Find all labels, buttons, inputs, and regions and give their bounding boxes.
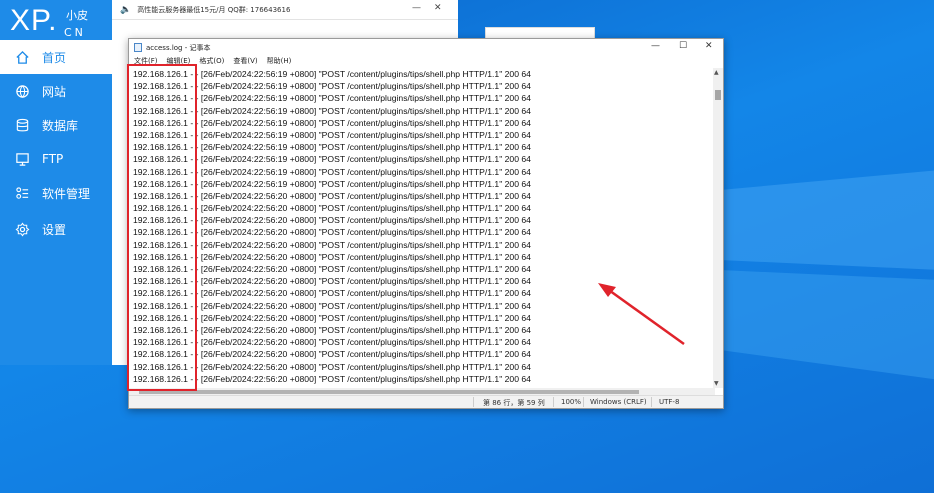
scrollbar-thumb[interactable]	[715, 90, 721, 100]
database-icon	[16, 118, 29, 131]
gear-icon	[15, 222, 30, 236]
home-icon	[16, 50, 29, 64]
nav-item-label: 网站	[42, 84, 67, 99]
log-line: 192.168.126.1 - - [26/Feb/2024:22:56:20 …	[133, 373, 531, 384]
maximize-icon[interactable]: ☐	[679, 41, 687, 51]
log-line: 192.168.126.1 - - [26/Feb/2024:22:56:20 …	[133, 215, 531, 226]
nav-item-label: 软件管理	[42, 186, 91, 201]
nav-item-settings[interactable]: 设置	[0, 212, 112, 246]
menu-format[interactable]: 格式(O)	[199, 56, 224, 68]
status-zoom: 100%	[561, 398, 582, 406]
nav-item-label: FTP	[42, 152, 64, 166]
log-line: 192.168.126.1 - - [26/Feb/2024:22:56:19 …	[133, 105, 531, 116]
log-line: 192.168.126.1 - - [26/Feb/2024:22:56:19 …	[133, 117, 531, 128]
notepad-statusbar: 第 86 行，第 59 列 100% Windows (CRLF) UTF-8	[129, 395, 723, 408]
log-line: 192.168.126.1 - - [26/Feb/2024:22:56:20 …	[133, 361, 531, 372]
close-icon[interactable]: ✕	[705, 41, 713, 51]
log-line: 192.168.126.1 - - [26/Feb/2024:22:56:19 …	[133, 178, 531, 189]
ip-highlight-box	[127, 64, 197, 391]
nav-item-label: 设置	[42, 222, 67, 237]
log-line: 192.168.126.1 - - [26/Feb/2024:22:56:19 …	[133, 142, 531, 153]
scrollbar-thumb[interactable]	[139, 390, 639, 394]
log-line: 192.168.126.1 - - [26/Feb/2024:22:56:20 …	[133, 203, 531, 214]
log-line: 192.168.126.1 - - [26/Feb/2024:22:56:20 …	[133, 264, 531, 274]
topbar-ad-text[interactable]: 高性能云服务器最低15元/月 QQ群: 176643616	[137, 5, 290, 15]
minimize-icon[interactable]: —	[651, 41, 660, 51]
app-topbar: 🔈 高性能云服务器最低15元/月 QQ群: 176643616 — ✕	[112, 0, 458, 20]
log-line: 192.168.126.1 - - [26/Feb/2024:22:56:19 …	[133, 81, 531, 92]
monitor-icon	[16, 152, 29, 166]
status-position: 第 86 行，第 59 列	[483, 399, 545, 407]
notepad-file-icon	[134, 43, 142, 52]
notepad-title: access.log - 记事本	[146, 43, 211, 52]
notepad-titlebar[interactable]: access.log - 记事本 — ☐ ✕	[129, 39, 723, 56]
nav-item-ftp[interactable]: FTP	[0, 142, 112, 176]
log-line: 192.168.126.1 - - [26/Feb/2024:22:56:20 …	[133, 190, 531, 201]
nav-item-database[interactable]: 数据库	[0, 108, 112, 142]
vertical-scrollbar[interactable]: ▲ ▼	[713, 68, 723, 388]
notepad-menubar: 文件(F) 编辑(E) 格式(O) 查看(V) 帮助(H)	[129, 56, 723, 68]
log-line: 192.168.126.1 - - [26/Feb/2024:22:56:19 …	[133, 93, 531, 104]
close-icon[interactable]: ✕	[434, 3, 442, 13]
annotation-arrow	[598, 283, 685, 346]
logo-cn-bottom: CN	[64, 26, 86, 39]
nav-item-label: 数据库	[42, 118, 79, 133]
log-line: 192.168.126.1 - - [26/Feb/2024:22:56:19 …	[133, 166, 531, 177]
globe-icon	[16, 84, 29, 98]
logo-cn-top: 小皮	[66, 9, 88, 22]
scroll-down-icon[interactable]: ▼	[714, 380, 719, 387]
speaker-icon: 🔈	[120, 4, 132, 15]
log-line: 192.168.126.1 - - [26/Feb/2024:22:56:19 …	[133, 129, 531, 140]
status-line-ending: Windows (CRLF)	[590, 398, 647, 406]
log-line: 192.168.126.1 - - [26/Feb/2024:22:56:19 …	[133, 69, 531, 79]
log-line: 192.168.126.1 - - [26/Feb/2024:22:56:20 …	[133, 227, 531, 238]
log-line: 192.168.126.1 - - [26/Feb/2024:22:56:19 …	[133, 154, 531, 165]
logo-xp: XP.	[10, 4, 58, 37]
scroll-up-icon[interactable]: ▲	[714, 69, 719, 76]
nav-item-website[interactable]: 网站	[0, 74, 112, 108]
menu-view[interactable]: 查看(V)	[233, 56, 257, 68]
grid-icon	[16, 186, 29, 199]
notepad-window: access.log - 记事本 — ☐ ✕ 文件(F) 编辑(E) 格式(O)…	[128, 38, 724, 409]
nav-item-home[interactable]: 首页	[0, 40, 112, 74]
log-line: 192.168.126.1 - - [26/Feb/2024:22:56:20 …	[133, 251, 531, 262]
minimize-icon[interactable]: —	[412, 3, 421, 13]
app-sidebar: XP. 小皮 CN 首页 网站 数据库 FTP 软件管理 设置	[0, 0, 112, 365]
menu-help[interactable]: 帮助(H)	[267, 56, 292, 68]
log-line: 192.168.126.1 - - [26/Feb/2024:22:56:20 …	[133, 349, 531, 360]
nav-item-software[interactable]: 软件管理	[0, 176, 112, 210]
log-line: 192.168.126.1 - - [26/Feb/2024:22:56:20 …	[133, 239, 531, 250]
status-encoding: UTF-8	[659, 398, 680, 406]
nav-item-label: 首页	[42, 50, 67, 65]
